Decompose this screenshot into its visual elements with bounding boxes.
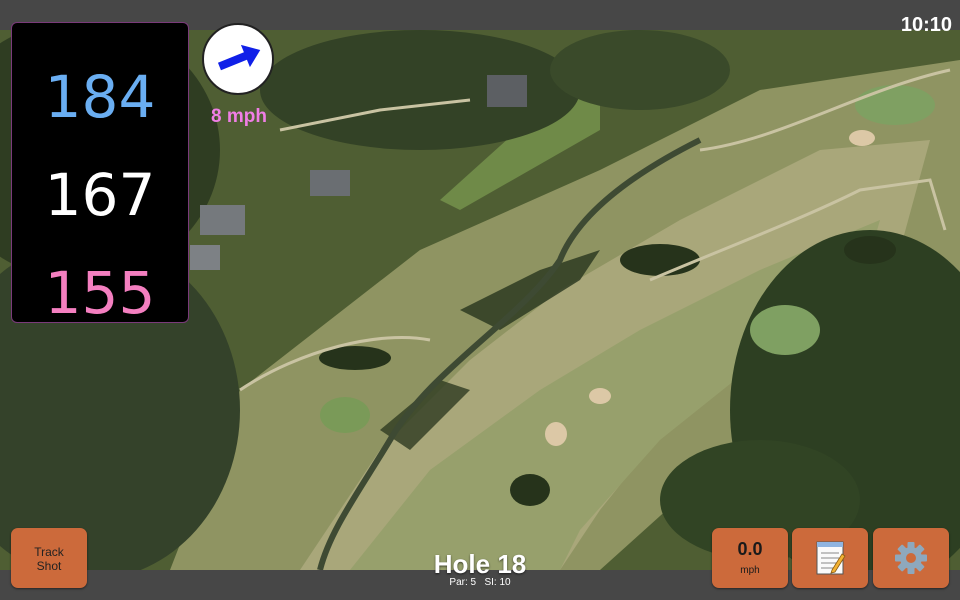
notepad-icon	[816, 541, 846, 575]
clock: 10:10	[900, 14, 952, 36]
notes-button[interactable]	[792, 528, 868, 588]
hole-title: Hole 18	[433, 549, 527, 579]
arrow-up-right-icon	[217, 44, 261, 71]
gear-icon	[895, 542, 927, 574]
front-distance: 155	[44, 259, 156, 327]
distance-panel: 184 167 155	[11, 22, 189, 323]
speed-button[interactable]: 0.0 mph	[712, 528, 788, 588]
stroke-index-text: SI: 10	[484, 577, 511, 588]
settings-button[interactable]	[873, 528, 949, 588]
track-shot-label: Track Shot	[34, 545, 64, 573]
hole-info: Par: 5 SI: 10	[380, 577, 580, 588]
back-distance: 184	[44, 63, 156, 131]
wind-indicator	[202, 23, 274, 95]
speed-value: 0.0	[737, 539, 763, 559]
track-shot-button[interactable]: Track Shot	[11, 528, 87, 588]
speed-unit: mph	[740, 565, 760, 576]
par-text: Par: 5	[449, 577, 477, 588]
wind-speed: 8 mph	[211, 106, 267, 127]
middle-distance: 167	[44, 161, 156, 229]
